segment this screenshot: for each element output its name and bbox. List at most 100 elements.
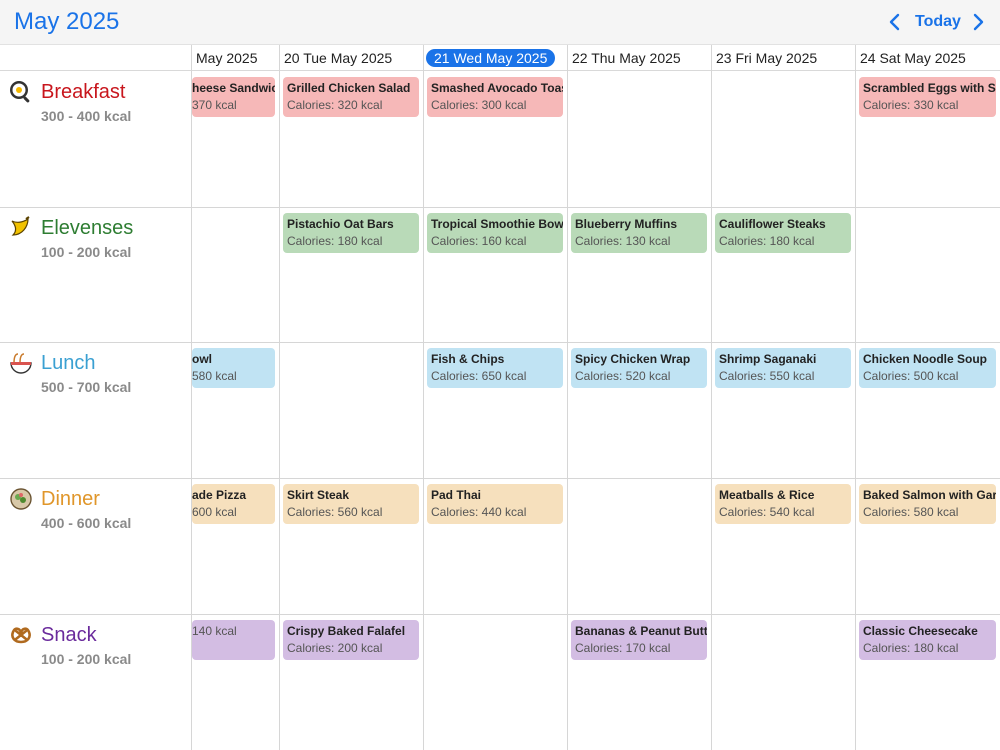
day-header-row: May 2025 20 Tue May 2025 21 Wed May 2025 22… xyxy=(0,45,1000,71)
event-calories: Calories: 180 kcal xyxy=(719,234,815,248)
event-title: Chicken Noodle Soup xyxy=(863,352,988,366)
meal-event[interactable]: owl 580 kcal xyxy=(192,348,275,388)
event-title: Bananas & Peanut Butte xyxy=(575,624,707,638)
meal-event[interactable]: Chicken Noodle Soup Calories: 500 kcal xyxy=(859,348,996,388)
meal-event[interactable]: Blueberry Muffins Calories: 130 kcal xyxy=(571,213,707,253)
meal-event[interactable]: Shrimp Saganaki Calories: 550 kcal xyxy=(715,348,851,388)
meal-event[interactable]: Pad Thai Calories: 440 kcal xyxy=(427,484,563,524)
event-title: heese Sandwich xyxy=(192,81,275,95)
meal-calorie-range: 500 - 700 kcal xyxy=(41,379,132,395)
event-calories: Calories: 300 kcal xyxy=(431,98,527,112)
meal-row-label-snack: Snack 100 - 200 kcal xyxy=(8,614,188,750)
meal-event[interactable]: Fish & Chips Calories: 650 kcal xyxy=(427,348,563,388)
event-title: Tropical Smoothie Bowl xyxy=(431,217,563,231)
meal-row-label-breakfast: Breakfast 300 - 400 kcal xyxy=(8,71,188,207)
day-header-0[interactable]: May 2025 xyxy=(196,45,278,71)
next-button[interactable] xyxy=(967,11,989,33)
event-calories: 580 kcal xyxy=(192,369,237,383)
event-title: Classic Cheesecake xyxy=(863,624,978,638)
event-calories: Calories: 500 kcal xyxy=(863,369,959,383)
event-calories: Calories: 330 kcal xyxy=(863,98,959,112)
event-calories: Calories: 130 kcal xyxy=(575,234,671,248)
day-header-label: 24 Sat May 2025 xyxy=(860,50,966,66)
event-calories: Calories: 550 kcal xyxy=(719,369,815,383)
event-calories: Calories: 520 kcal xyxy=(575,369,671,383)
meal-event[interactable]: Grilled Chicken Salad Calories: 320 kcal xyxy=(283,77,419,117)
event-title: Baked Salmon with Garl xyxy=(863,488,996,502)
column-divider xyxy=(279,45,280,750)
column-divider xyxy=(711,45,712,750)
day-header-2[interactable]: 21 Wed May 2025 xyxy=(426,45,564,71)
meal-event[interactable]: Classic Cheesecake Calories: 180 kcal xyxy=(859,620,996,660)
event-calories: Calories: 320 kcal xyxy=(287,98,383,112)
meal-event[interactable]: heese Sandwich 370 kcal xyxy=(192,77,275,117)
event-title: Scrambled Eggs with Sp xyxy=(863,81,996,95)
meal-name: Elevenses xyxy=(41,217,134,239)
meal-name: Lunch xyxy=(41,352,96,374)
event-title: Fish & Chips xyxy=(431,352,505,366)
event-title: Pad Thai xyxy=(431,488,482,502)
meal-calorie-range: 400 - 600 kcal xyxy=(41,515,132,531)
meal-event[interactable]: Meatballs & Rice Calories: 540 kcal xyxy=(715,484,851,524)
event-calories: 600 kcal xyxy=(192,505,237,519)
meal-calorie-range: 100 - 200 kcal xyxy=(41,651,132,667)
event-calories: Calories: 180 kcal xyxy=(863,641,959,655)
event-title: owl xyxy=(192,352,212,366)
meal-event[interactable]: Smashed Avocado Toast Calories: 300 kcal xyxy=(427,77,563,117)
meal-event[interactable]: 140 kcal xyxy=(192,620,275,660)
meal-event[interactable]: Scrambled Eggs with Sp Calories: 330 kcal xyxy=(859,77,996,117)
day-header-4[interactable]: 23 Fri May 2025 xyxy=(716,45,854,71)
event-calories: 370 kcal xyxy=(192,98,237,112)
meal-event[interactable]: Crispy Baked Falafel Calories: 200 kcal xyxy=(283,620,419,660)
meal-name: Breakfast xyxy=(41,81,126,103)
day-header-label: 20 Tue May 2025 xyxy=(284,50,393,66)
day-header-1[interactable]: 20 Tue May 2025 xyxy=(284,45,422,71)
day-header-3[interactable]: 22 Thu May 2025 xyxy=(572,45,710,71)
meal-calorie-range: 100 - 200 kcal xyxy=(41,244,132,260)
meal-event[interactable]: ade Pizza 600 kcal xyxy=(192,484,275,524)
meal-event[interactable]: Spicy Chicken Wrap Calories: 520 kcal xyxy=(571,348,707,388)
day-header-label: 22 Thu May 2025 xyxy=(572,50,681,66)
column-divider xyxy=(567,45,568,750)
meal-name: Dinner xyxy=(41,488,100,510)
prev-button[interactable] xyxy=(884,11,906,33)
event-calories: Calories: 580 kcal xyxy=(863,505,959,519)
column-divider xyxy=(423,45,424,750)
meal-event[interactable]: Pistachio Oat Bars Calories: 180 kcal xyxy=(283,213,419,253)
meal-row-label-lunch: Lunch 500 - 700 kcal xyxy=(8,342,188,478)
meal-event[interactable]: Bananas & Peanut Butte Calories: 170 kcal xyxy=(571,620,707,660)
month-title: May 2025 xyxy=(14,8,120,35)
column-divider xyxy=(855,45,856,750)
event-title: ade Pizza xyxy=(192,488,247,502)
event-calories: Calories: 560 kcal xyxy=(287,505,383,519)
day-header-label: 23 Fri May 2025 xyxy=(716,50,818,66)
event-calories: Calories: 540 kcal xyxy=(719,505,815,519)
event-calories: Calories: 160 kcal xyxy=(431,234,527,248)
event-title: Cauliflower Steaks xyxy=(719,217,826,231)
meal-row-label-dinner: Dinner 400 - 600 kcal xyxy=(8,478,188,614)
meal-event[interactable]: Skirt Steak Calories: 560 kcal xyxy=(283,484,419,524)
meal-name: Snack xyxy=(41,624,97,646)
salad-bowl-icon xyxy=(8,486,34,512)
day-header-5[interactable]: 24 Sat May 2025 xyxy=(860,45,999,71)
event-title: Smashed Avocado Toast xyxy=(431,81,563,95)
event-title: Shrimp Saganaki xyxy=(719,352,817,366)
frying-pan-icon xyxy=(8,79,34,105)
meal-event[interactable]: Baked Salmon with Garl Calories: 580 kcal xyxy=(859,484,996,524)
calendar-toolbar: May 2025 Today xyxy=(0,0,1000,45)
meal-row-label-elevenses: Elevenses 100 - 200 kcal xyxy=(8,207,188,342)
event-calories: Calories: 200 kcal xyxy=(287,641,383,655)
event-calories: Calories: 180 kcal xyxy=(287,234,383,248)
chevron-left-icon xyxy=(889,13,900,31)
event-title: Blueberry Muffins xyxy=(575,217,678,231)
meal-event[interactable]: Cauliflower Steaks Calories: 180 kcal xyxy=(715,213,851,253)
event-title: Pistachio Oat Bars xyxy=(287,217,394,231)
event-calories: Calories: 650 kcal xyxy=(431,369,527,383)
event-title: Spicy Chicken Wrap xyxy=(575,352,691,366)
event-title: Grilled Chicken Salad xyxy=(287,81,411,95)
event-title: Crispy Baked Falafel xyxy=(287,624,406,638)
today-button[interactable]: Today xyxy=(915,13,961,31)
day-header-label: May 2025 xyxy=(196,50,258,66)
noodle-bowl-icon xyxy=(8,350,34,376)
meal-event[interactable]: Tropical Smoothie Bowl Calories: 160 kcal xyxy=(427,213,563,253)
